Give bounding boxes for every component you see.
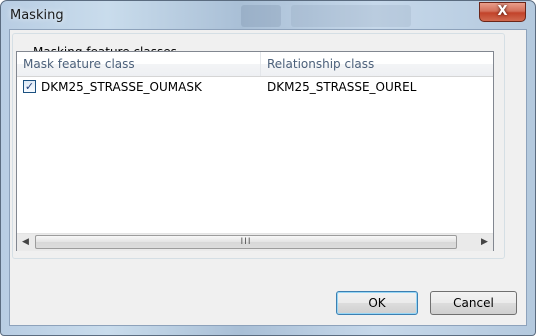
relationship-class-cell: DKM25_STRASSE_OUREL — [267, 80, 417, 94]
mask-feature-class-cell: DKM25_STRASSE_OUMASK — [41, 80, 202, 94]
scroll-right-arrow-icon[interactable]: ▶ — [476, 234, 493, 251]
column-header-mask-feature-class[interactable]: Mask feature class — [17, 52, 261, 76]
grip-icon: III — [240, 237, 252, 247]
column-header-relationship-class[interactable]: Relationship class — [261, 52, 493, 76]
checkmark-icon: ✓ — [24, 80, 35, 93]
scroll-left-arrow-icon[interactable]: ◀ — [17, 234, 34, 251]
glass-reflection — [291, 5, 411, 27]
list-header: Mask feature class Relationship class — [17, 52, 493, 77]
window-title: Masking — [10, 8, 64, 23]
mask-enabled-checkbox[interactable]: ✓ — [23, 80, 36, 93]
ok-button[interactable]: OK — [336, 291, 418, 315]
masking-listview[interactable]: Mask feature class Relationship class ✓ … — [16, 51, 494, 251]
close-button[interactable]: X — [479, 2, 526, 22]
close-icon: X — [497, 4, 508, 19]
horizontal-scrollbar[interactable]: ◀ III ▶ — [17, 233, 493, 251]
title-bar[interactable]: Masking X — [1, 1, 535, 30]
list-item[interactable]: ✓ DKM25_STRASSE_OUMASK DKM25_STRASSE_OUR… — [17, 76, 493, 98]
glass-reflection — [241, 5, 281, 27]
scrollbar-thumb[interactable]: III — [35, 235, 457, 249]
cancel-button[interactable]: Cancel — [430, 291, 517, 315]
